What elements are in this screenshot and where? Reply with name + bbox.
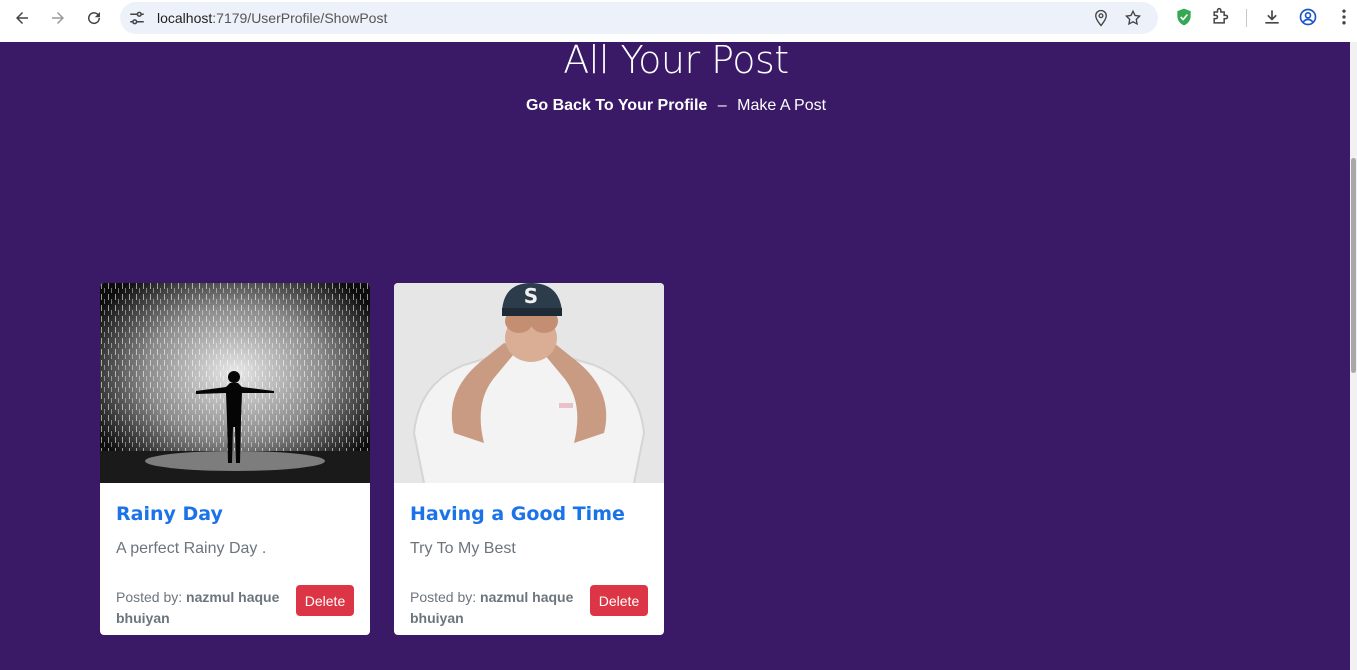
- menu-kebab-icon[interactable]: [1334, 7, 1354, 27]
- browser-toolbar: localhost:7179/UserProfile/ShowPost: [0, 0, 1357, 42]
- reload-icon[interactable]: [82, 6, 106, 30]
- delete-button[interactable]: Delete: [590, 585, 648, 616]
- post-title[interactable]: Having a Good Time: [410, 503, 625, 525]
- posted-by-label: Posted by:: [410, 589, 477, 605]
- post-author: Posted by: nazmul haque bhuiyan: [410, 587, 580, 629]
- profile-avatar-icon[interactable]: [1298, 7, 1318, 27]
- back-arrow-icon[interactable]: [10, 6, 34, 30]
- scrollbar-thumb[interactable]: [1351, 158, 1356, 373]
- download-icon[interactable]: [1262, 7, 1282, 27]
- forward-arrow-icon[interactable]: [46, 6, 70, 30]
- address-bar[interactable]: localhost:7179/UserProfile/ShowPost: [120, 2, 1158, 34]
- bookmark-star-icon[interactable]: [1124, 9, 1142, 27]
- post-author: Posted by: nazmul haque bhuiyan: [116, 587, 286, 629]
- shield-extension-icon[interactable]: [1174, 7, 1194, 27]
- location-icon[interactable]: [1092, 9, 1110, 27]
- back-to-profile-link[interactable]: Go Back To Your Profile: [526, 97, 707, 114]
- post-card: S Having a Good Time Try To My Best Post…: [394, 283, 664, 635]
- header-links: Go Back To Your Profile – Make A Post: [0, 97, 1352, 115]
- cap-logo-icon: S: [524, 284, 538, 308]
- posted-by-label: Posted by:: [116, 589, 183, 605]
- delete-button[interactable]: Delete: [296, 585, 354, 616]
- toolbar-divider: [1246, 9, 1247, 27]
- extensions-puzzle-icon[interactable]: [1210, 7, 1230, 27]
- link-separator: –: [717, 97, 727, 114]
- post-card: Rainy Day A perfect Rainy Day . Posted b…: [100, 283, 370, 635]
- page-title: All Your Post: [563, 38, 789, 82]
- post-description: Try To My Best: [410, 540, 516, 557]
- site-settings-icon[interactable]: [128, 9, 146, 27]
- post-image-rain: [100, 283, 370, 483]
- make-post-link[interactable]: Make A Post: [737, 97, 826, 114]
- post-card-body: Having a Good Time Try To My Best Posted…: [394, 483, 664, 635]
- post-card-body: Rainy Day A perfect Rainy Day . Posted b…: [100, 483, 370, 635]
- post-title[interactable]: Rainy Day: [116, 503, 223, 525]
- post-description: A perfect Rainy Day .: [116, 540, 267, 557]
- url-text[interactable]: localhost:7179/UserProfile/ShowPost: [157, 10, 387, 26]
- post-image-man-cap: S: [394, 283, 664, 483]
